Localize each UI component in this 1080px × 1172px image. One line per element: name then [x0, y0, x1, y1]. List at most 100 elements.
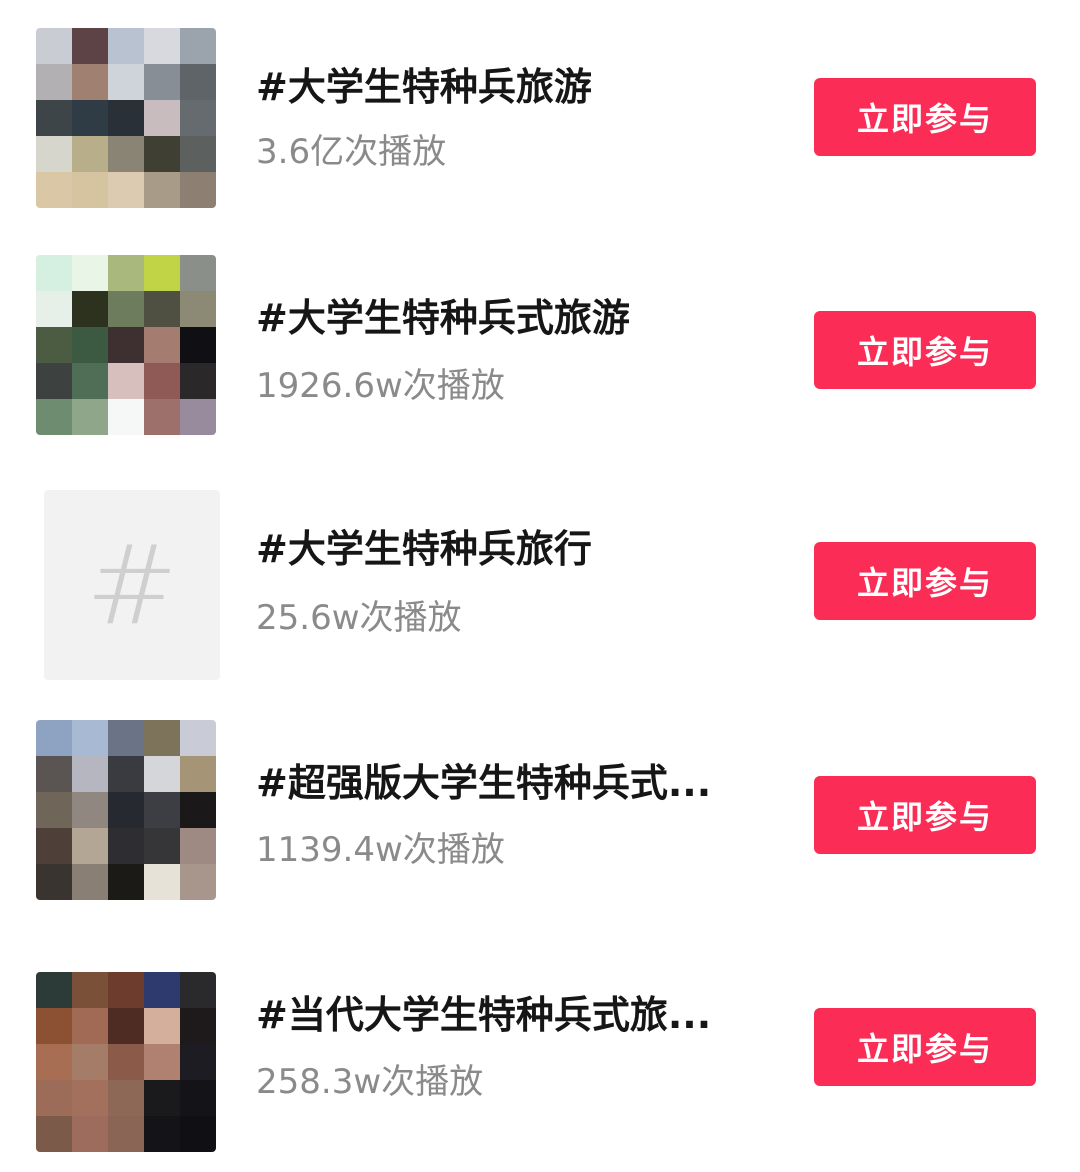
topic-row[interactable]: #大学生特种兵式旅游 1926.6w次播放 立即参与	[0, 255, 1080, 455]
thumbnail-mosaic-cell	[180, 1044, 216, 1080]
thumbnail-mosaic-cell	[72, 1044, 108, 1080]
thumbnail-mosaic-cell	[144, 720, 180, 756]
thumbnail-mosaic-cell	[180, 828, 216, 864]
thumbnail-mosaic-cell	[108, 720, 144, 756]
thumbnail-mosaic-cell	[36, 1080, 72, 1116]
thumbnail-mosaic-cell	[72, 1116, 108, 1152]
thumbnail-mosaic-cell	[108, 864, 144, 900]
play-count: 1139.4w次播放	[256, 830, 505, 870]
thumbnail-mosaic-cell	[180, 720, 216, 756]
thumbnail-mosaic-cell	[108, 1116, 144, 1152]
thumbnail-mosaic-cell	[108, 756, 144, 792]
thumbnail-mosaic-cell	[72, 255, 108, 291]
topic-thumbnail[interactable]	[36, 255, 216, 435]
topic-row[interactable]: #大学生特种兵旅游 3.6亿次播放 立即参与	[0, 28, 1080, 228]
thumbnail-mosaic-cell	[72, 756, 108, 792]
thumbnail-mosaic-cell	[108, 1080, 144, 1116]
thumbnail-mosaic-cell	[72, 172, 108, 208]
thumbnail-mosaic-cell	[108, 172, 144, 208]
topic-row[interactable]: #当代大学生特种兵式旅... 258.3w次播放 立即参与	[0, 972, 1080, 1172]
thumbnail-mosaic-cell	[36, 756, 72, 792]
thumbnail-mosaic-cell	[180, 291, 216, 327]
thumbnail-mosaic-cell	[144, 1008, 180, 1044]
topic-title[interactable]: #大学生特种兵旅行	[256, 526, 756, 572]
thumbnail-mosaic-cell	[180, 327, 216, 363]
thumbnail-mosaic-cell	[36, 972, 72, 1008]
join-topic-button[interactable]: 立即参与	[814, 78, 1036, 156]
thumbnail-mosaic-cell	[36, 327, 72, 363]
thumbnail-mosaic-cell	[144, 864, 180, 900]
thumbnail-mosaic-cell	[144, 828, 180, 864]
play-count: 258.3w次播放	[256, 1062, 484, 1102]
thumbnail-mosaic-cell	[144, 291, 180, 327]
thumbnail-mosaic-cell	[36, 1116, 72, 1152]
thumbnail-mosaic-cell	[144, 1116, 180, 1152]
thumbnail-mosaic-cell	[36, 399, 72, 435]
topic-thumbnail[interactable]	[36, 28, 216, 208]
thumbnail-mosaic-cell	[180, 136, 216, 172]
thumbnail-mosaic-cell	[36, 172, 72, 208]
join-topic-button[interactable]: 立即参与	[814, 1008, 1036, 1086]
thumbnail-mosaic-cell	[144, 756, 180, 792]
topic-thumbnail[interactable]	[36, 720, 216, 900]
topic-title[interactable]: #大学生特种兵式旅游	[256, 295, 756, 341]
thumbnail-mosaic-cell	[72, 28, 108, 64]
thumbnail-mosaic-cell	[108, 363, 144, 399]
join-topic-button[interactable]: 立即参与	[814, 542, 1036, 620]
thumbnail-mosaic-cell	[144, 100, 180, 136]
thumbnail-mosaic-cell	[36, 720, 72, 756]
thumbnail-mosaic-cell	[72, 972, 108, 1008]
topic-title[interactable]: #大学生特种兵旅游	[256, 64, 756, 110]
topic-row[interactable]: #超强版大学生特种兵式... 1139.4w次播放 立即参与	[0, 720, 1080, 920]
thumbnail-mosaic-cell	[72, 828, 108, 864]
topic-title[interactable]: #当代大学生特种兵式旅...	[256, 992, 756, 1038]
thumbnail-mosaic-cell	[180, 756, 216, 792]
topic-row[interactable]: # #大学生特种兵旅行 25.6w次播放 立即参与	[0, 490, 1080, 690]
thumbnail-mosaic-cell	[108, 291, 144, 327]
thumbnail-mosaic-cell	[108, 28, 144, 64]
thumbnail-mosaic-cell	[72, 136, 108, 172]
thumbnail-mosaic-cell	[180, 255, 216, 291]
thumbnail-mosaic-cell	[72, 100, 108, 136]
thumbnail-mosaic-cell	[180, 1116, 216, 1152]
thumbnail-mosaic-cell	[144, 64, 180, 100]
join-topic-button[interactable]: 立即参与	[814, 311, 1036, 389]
thumbnail-mosaic-cell	[144, 327, 180, 363]
thumbnail-mosaic-cell	[36, 864, 72, 900]
topic-title[interactable]: #超强版大学生特种兵式...	[256, 760, 756, 806]
thumbnail-mosaic-cell	[180, 972, 216, 1008]
topic-thumbnail[interactable]	[36, 972, 216, 1152]
thumbnail-mosaic-cell	[72, 363, 108, 399]
topic-placeholder-thumbnail[interactable]: #	[44, 490, 220, 680]
thumbnail-mosaic-cell	[180, 64, 216, 100]
thumbnail-mosaic-cell	[180, 399, 216, 435]
thumbnail-mosaic-cell	[36, 28, 72, 64]
thumbnail-mosaic-cell	[108, 255, 144, 291]
thumbnail-mosaic-cell	[72, 1080, 108, 1116]
thumbnail-mosaic-cell	[180, 1008, 216, 1044]
play-count: 3.6亿次播放	[256, 132, 447, 172]
thumbnail-mosaic-cell	[180, 172, 216, 208]
thumbnail-mosaic-cell	[144, 136, 180, 172]
thumbnail-mosaic-cell	[180, 363, 216, 399]
thumbnail-mosaic-cell	[36, 363, 72, 399]
thumbnail-mosaic-cell	[72, 399, 108, 435]
thumbnail-mosaic-cell	[36, 1008, 72, 1044]
thumbnail-mosaic-cell	[72, 864, 108, 900]
thumbnail-mosaic-cell	[144, 172, 180, 208]
thumbnail-mosaic-cell	[108, 327, 144, 363]
thumbnail-mosaic-cell	[180, 28, 216, 64]
thumbnail-mosaic-cell	[108, 828, 144, 864]
thumbnail-mosaic-cell	[144, 399, 180, 435]
thumbnail-mosaic-cell	[144, 363, 180, 399]
play-count: 1926.6w次播放	[256, 366, 505, 406]
thumbnail-mosaic-cell	[108, 399, 144, 435]
thumbnail-mosaic-cell	[144, 28, 180, 64]
thumbnail-mosaic-cell	[180, 1080, 216, 1116]
thumbnail-mosaic-cell	[144, 255, 180, 291]
thumbnail-mosaic-cell	[108, 136, 144, 172]
thumbnail-mosaic-cell	[108, 100, 144, 136]
join-topic-button[interactable]: 立即参与	[814, 776, 1036, 854]
thumbnail-mosaic-cell	[36, 828, 72, 864]
thumbnail-mosaic-cell	[36, 792, 72, 828]
